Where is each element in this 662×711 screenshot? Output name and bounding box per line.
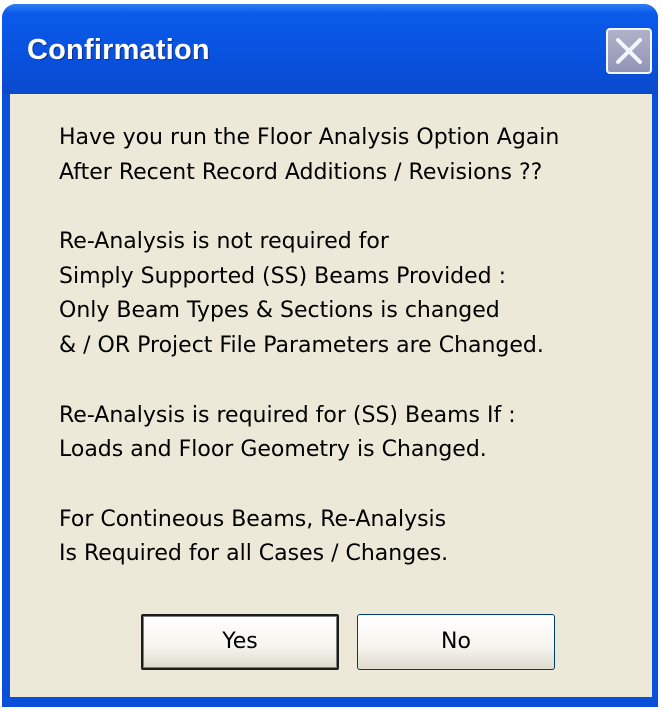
- dialog-body: Have you run the Floor Analysis Option A…: [10, 94, 652, 697]
- message-paragraph-1: Have you run the Floor Analysis Option A…: [59, 121, 649, 190]
- dialog-title: Confirmation: [27, 34, 210, 66]
- message-line: Have you run the Floor Analysis Option A…: [59, 125, 560, 150]
- close-icon: [616, 38, 642, 64]
- yes-button[interactable]: Yes: [141, 614, 339, 670]
- message-line: Re-Analysis is not required for: [59, 229, 389, 255]
- message-paragraph-3: Re-Analysis is required for (SS) Beams I…: [59, 399, 649, 468]
- title-bar[interactable]: Confirmation: [2, 4, 658, 94]
- message-line: After Recent Record Additions / Revision…: [59, 159, 543, 185]
- close-button[interactable]: [606, 28, 652, 74]
- message-text: Have you run the Floor Analysis Option A…: [59, 121, 649, 607]
- confirmation-dialog: Confirmation Have you run the Floor Anal…: [2, 4, 658, 707]
- message-line: Simply Supported (SS) Beams Provided :: [59, 263, 507, 289]
- no-button[interactable]: No: [357, 614, 555, 670]
- message-paragraph-2: Re-Analysis is not required for Simply S…: [59, 225, 649, 363]
- message-line: & / OR Project File Parameters are Chang…: [59, 332, 544, 358]
- message-line: Re-Analysis is required for (SS) Beams I…: [59, 402, 516, 428]
- message-line: For Contineous Beams, Re-Analysis: [59, 506, 447, 532]
- message-line: Is Required for all Cases / Changes.: [59, 541, 449, 567]
- message-paragraph-4: For Contineous Beams, Re-Analysis Is Req…: [59, 503, 649, 572]
- message-line: Only Beam Types & Sections is changed: [59, 298, 500, 324]
- message-line: Loads and Floor Geometry is Changed.: [59, 437, 487, 463]
